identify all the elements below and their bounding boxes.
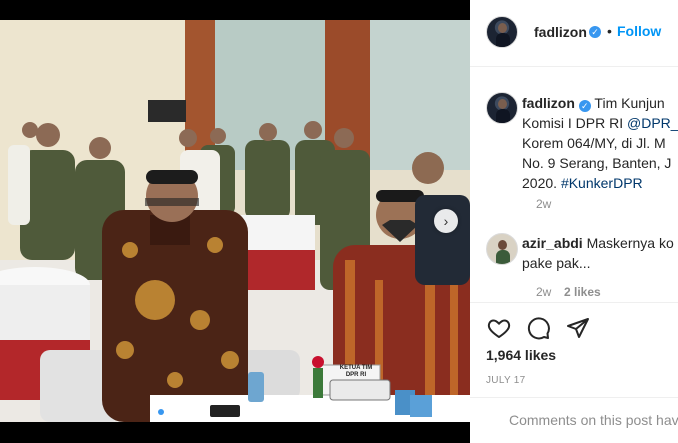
follow-button[interactable]: Follow: [617, 23, 661, 39]
caption-text-line: Tim Kunjun: [594, 95, 665, 111]
comment-box: [470, 397, 678, 443]
caption-text-line: No. 9 Serang, Banten, J: [522, 155, 672, 171]
verified-icon: ✓: [589, 26, 601, 38]
bottom-letterbox: [0, 422, 470, 443]
post-header: fadlizon ✓ • Follow: [470, 0, 678, 67]
post-photo-scene: [0, 20, 470, 422]
caption-text-line: Korem 064/MY, di Jl. M: [522, 135, 666, 151]
caption-username[interactable]: fadlizon: [522, 95, 575, 111]
comment-likes-count[interactable]: 2 likes: [564, 285, 601, 299]
caption-text-line: Komisi I DPR RI: [522, 115, 624, 131]
share-icon[interactable]: [566, 316, 590, 340]
next-icon[interactable]: ›: [434, 209, 458, 233]
post-details-panel: fadlizon ✓ • Follow fadlizon ✓ Tim Kunju…: [470, 0, 678, 443]
comment-text: Maskernya ko: [586, 235, 674, 251]
post-date[interactable]: JULY 17: [486, 375, 526, 386]
commenter-avatar[interactable]: [486, 233, 518, 265]
comment-username[interactable]: azir_abdi: [522, 235, 583, 251]
comment-input[interactable]: [507, 411, 678, 429]
likes-count[interactable]: 1,964 likes: [486, 347, 556, 363]
comment-text: pake pak...: [522, 255, 591, 271]
podium-sign: KETUA TIM DPR RI: [339, 365, 373, 378]
caption-timestamp[interactable]: 2w: [536, 197, 551, 211]
caption-hashtag-link[interactable]: #KunkerDPR: [561, 175, 643, 191]
avatar[interactable]: [486, 16, 518, 48]
verified-icon: ✓: [578, 100, 591, 112]
caption-text-line: 2020.: [522, 175, 558, 191]
carousel-dot: [168, 409, 174, 415]
post-photo[interactable]: KETUA TIM DPR RI: [0, 20, 470, 422]
carousel-dot: [178, 409, 184, 415]
separator-dot: •: [607, 23, 612, 39]
header-username[interactable]: fadlizon: [534, 24, 587, 40]
comment-icon[interactable]: [527, 316, 551, 340]
heart-icon[interactable]: [486, 316, 512, 340]
comment-item: azir_abdi Maskernya ko pake pak...: [522, 233, 674, 273]
comment-likes[interactable]: 2 likes: [564, 285, 601, 299]
top-letterbox: [0, 0, 470, 20]
carousel-dots: [158, 402, 188, 420]
carousel-dot-active: [158, 409, 164, 415]
post-caption: fadlizon ✓ Tim Kunjun Komisi I DPR RI @D…: [522, 93, 678, 193]
caption-mention-link[interactable]: @DPR_: [627, 115, 678, 131]
comment-timestamp[interactable]: 2w: [536, 285, 551, 299]
caption-avatar[interactable]: [486, 92, 518, 124]
